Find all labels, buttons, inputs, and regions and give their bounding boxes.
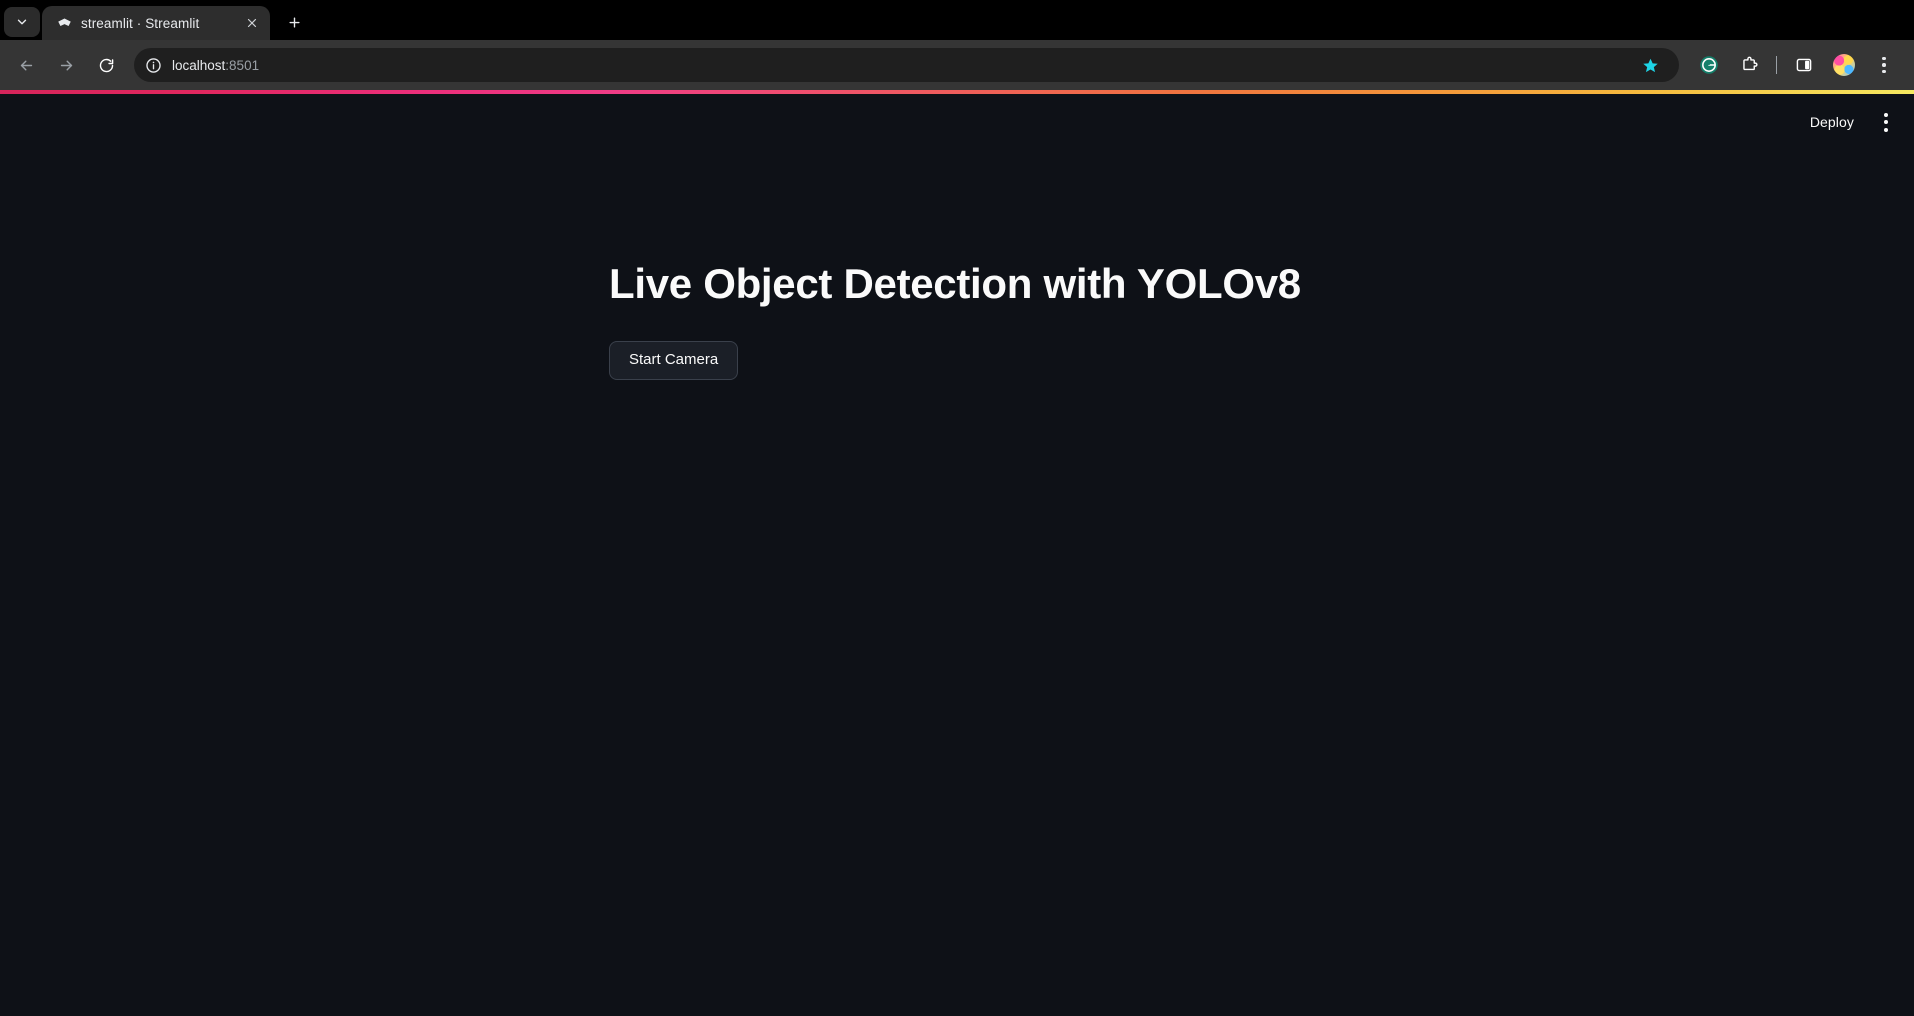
site-info-icon[interactable] [144, 56, 162, 74]
extensions-button[interactable] [1734, 50, 1764, 80]
address-bar-url: localhost:8501 [172, 58, 259, 73]
close-icon [247, 18, 257, 28]
toolbar-divider [1776, 56, 1777, 74]
browser-window: streamlit · Streamlit localhost:8501 Dep… [0, 0, 1914, 1016]
bookmark-button[interactable] [1635, 50, 1665, 80]
chrome-menu-button[interactable] [1869, 50, 1899, 80]
new-tab-button[interactable] [279, 7, 309, 37]
grammarly-icon [1700, 56, 1718, 74]
tab-title: streamlit · Streamlit [81, 15, 200, 31]
tab-strip: streamlit · Streamlit [0, 0, 1914, 40]
chrome-menu-kebab-icon [1882, 56, 1886, 74]
avatar [1833, 54, 1855, 76]
info-circle-icon [145, 57, 161, 73]
deploy-button[interactable]: Deploy [1802, 111, 1862, 133]
plus-icon [288, 16, 300, 28]
url-host: localhost [172, 57, 226, 73]
main-content-block: Live Object Detection with YOLOv8 Start … [609, 94, 1609, 380]
forward-arrow-icon [60, 60, 72, 70]
streamlit-app: Deploy Live Object Detection with YOLOv8… [0, 94, 1914, 1016]
reload-icon [99, 58, 113, 72]
streamlit-logo-icon [57, 18, 71, 26]
tab-search-button[interactable] [4, 7, 40, 37]
forward-button[interactable] [49, 48, 83, 82]
bookmark-star-icon [1642, 58, 1658, 72]
start-camera-button[interactable]: Start Camera [609, 341, 739, 380]
streamlit-favicon-icon [56, 15, 72, 31]
side-panel-button[interactable] [1789, 50, 1819, 80]
chevron-down-icon [17, 19, 27, 25]
grammarly-extension-button[interactable] [1694, 50, 1724, 80]
app-menu-button[interactable] [1880, 107, 1892, 138]
browser-tab[interactable]: streamlit · Streamlit [42, 6, 270, 40]
profile-button[interactable] [1829, 50, 1859, 80]
browser-toolbar: localhost:8501 [0, 40, 1914, 90]
side-panel-icon [1796, 58, 1812, 72]
page-title: Live Object Detection with YOLOv8 [609, 260, 1301, 307]
tab-close-button[interactable] [242, 13, 262, 33]
back-arrow-icon [20, 60, 32, 70]
url-port: :8501 [225, 57, 260, 73]
back-button[interactable] [9, 48, 43, 82]
extensions-puzzle-icon [1742, 56, 1758, 70]
reload-button[interactable] [89, 48, 123, 82]
address-bar[interactable]: localhost:8501 [134, 48, 1679, 82]
